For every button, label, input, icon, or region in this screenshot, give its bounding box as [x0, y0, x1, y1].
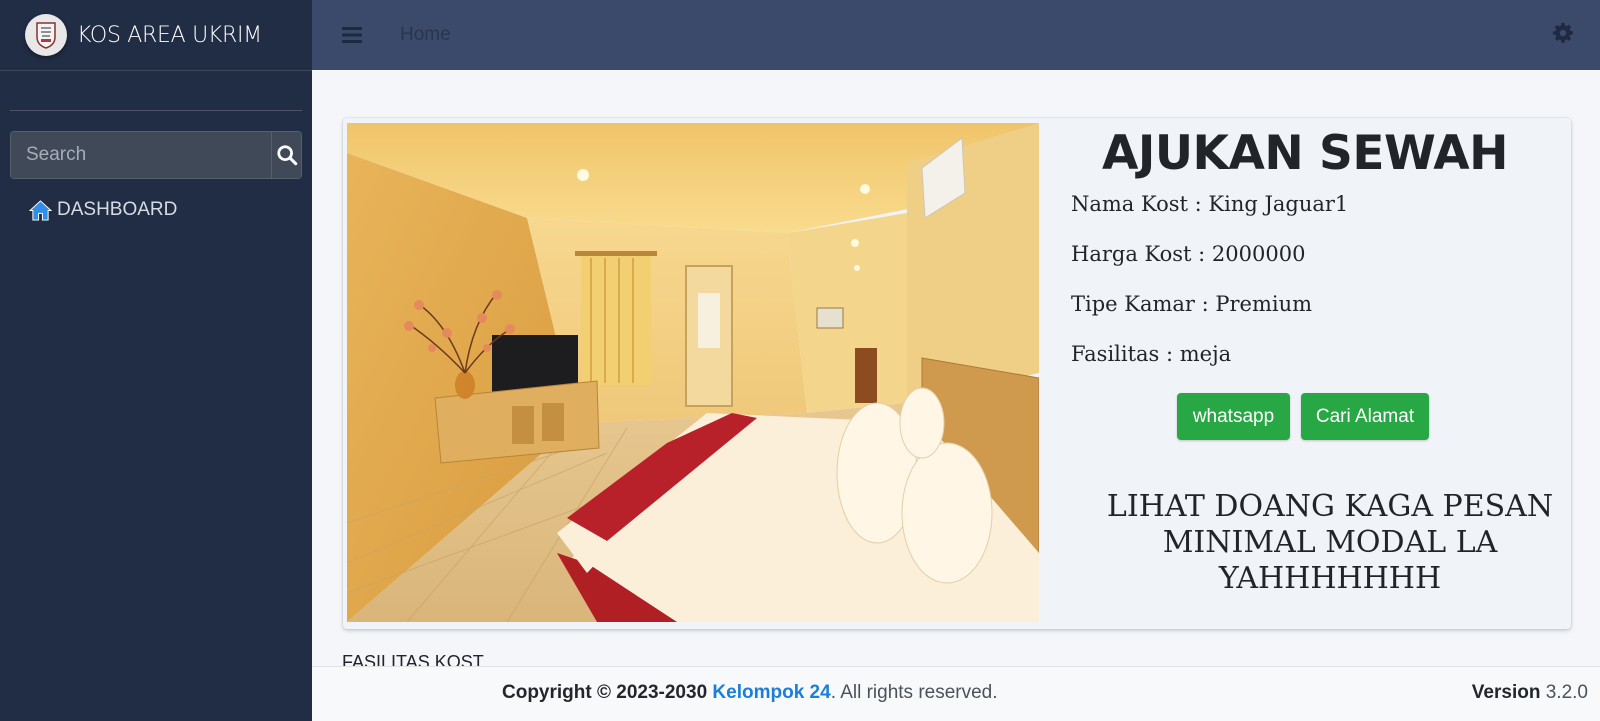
team-link[interactable]: Kelompok 24 — [712, 682, 830, 703]
search-input[interactable] — [11, 132, 271, 178]
room-photo — [347, 123, 1039, 622]
top-navbar: Home — [312, 0, 1600, 70]
copyright-prefix: Copyright © 2023-2030 — [502, 682, 713, 703]
room-harga: Harga Kost : 2000000 — [1071, 242, 1306, 266]
brand[interactable]: KOS AREA UKRIM — [0, 0, 312, 71]
room-nama: Nama Kost : King Jaguar1 — [1071, 192, 1349, 216]
nav-home-link[interactable]: Home — [400, 24, 451, 46]
copyright-suffix: . All rights reserved. — [830, 682, 998, 703]
cari-alamat-button[interactable]: Cari Alamat — [1301, 393, 1429, 440]
footer-copyright: Copyright © 2023-2030 Kelompok 24. All r… — [502, 682, 998, 704]
menu-toggle-button[interactable] — [340, 23, 364, 47]
home-icon — [29, 199, 52, 221]
room-title: AJUKAN SEWAH — [1102, 126, 1508, 181]
sidebar: KOS AREA UKRIM DASHBOARD — [0, 0, 312, 721]
whatsapp-button[interactable]: whatsapp — [1177, 393, 1290, 440]
room-fasilitas: Fasilitas : meja — [1071, 342, 1232, 366]
footer: Copyright © 2023-2030 Kelompok 24. All r… — [312, 666, 1600, 721]
sidebar-item-label: DASHBOARD — [57, 199, 178, 220]
version-value: 3.2.0 — [1545, 682, 1588, 703]
sidebar-item-dashboard[interactable]: DASHBOARD — [29, 199, 312, 221]
sidebar-divider — [10, 110, 302, 111]
promo-line-2: MINIMAL MODAL LA — [1162, 525, 1498, 560]
search-icon — [276, 145, 297, 166]
search-button[interactable] — [271, 132, 301, 178]
sidebar-search — [10, 131, 302, 179]
settings-button[interactable] — [1552, 22, 1578, 48]
brand-name: KOS AREA UKRIM — [77, 22, 262, 48]
brand-logo — [25, 14, 67, 56]
room-tipe: Tipe Kamar : Premium — [1071, 292, 1313, 316]
gear-icon — [1552, 22, 1573, 43]
hamburger-icon — [342, 27, 362, 43]
promo-line-3: YAHHHHHHH — [1218, 561, 1442, 596]
promo-text: LIHAT DOANG KAGA PESAN MINIMAL MODAL LA … — [1064, 489, 1596, 597]
footer-version: Version 3.2.0 — [1472, 682, 1588, 704]
promo-line-1: LIHAT DOANG KAGA PESAN — [1106, 489, 1554, 524]
version-label: Version — [1471, 682, 1541, 703]
